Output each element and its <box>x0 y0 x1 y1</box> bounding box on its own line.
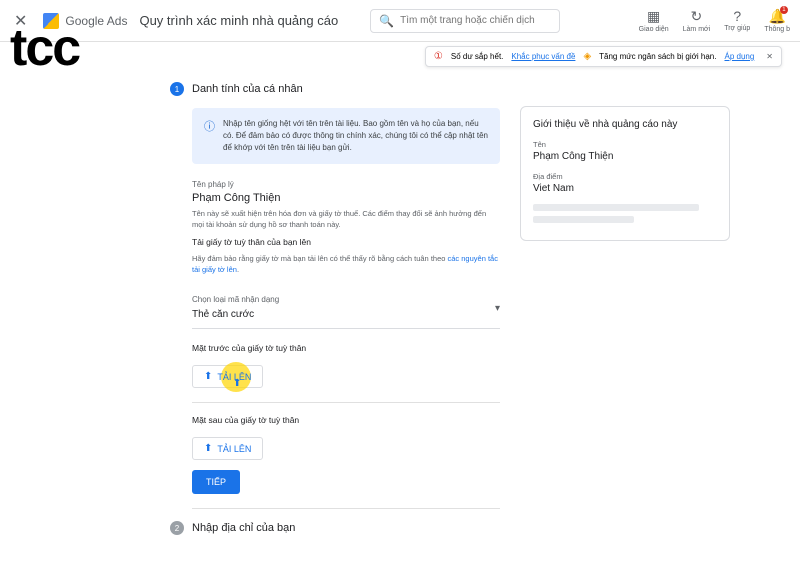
page-title: Quy trình xác minh nhà quảng cáo <box>139 13 338 28</box>
info-icon: ⓘ <box>204 118 215 154</box>
budget-alert-text: Tăng mức ngân sách bị giới hạn. <box>599 52 716 61</box>
upload-back-button[interactable]: ⬆ TẢI LÊN <box>192 437 263 460</box>
refresh-label: Làm mới <box>683 26 711 33</box>
search-icon: 🔍 <box>379 14 394 28</box>
notifications-button[interactable]: 🔔1 Thông b <box>764 8 790 33</box>
search-input[interactable] <box>400 15 551 26</box>
chevron-down-icon: ▾ <box>495 303 500 314</box>
step-2-number: 2 <box>170 521 184 535</box>
back-upload-label: Mặt sau của giấy tờ tuỳ thân <box>192 415 500 425</box>
upload-icon: ⬆ <box>204 443 212 454</box>
upload-icon: ⬆ <box>204 371 212 382</box>
step-1-title: Danh tính của cá nhân <box>192 83 303 95</box>
appearance-label: Giao diện <box>639 26 669 33</box>
side-card-title: Giới thiệu về nhà quảng cáo này <box>533 119 717 130</box>
balance-fix-link[interactable]: Khắc phục vấn đề <box>511 52 575 61</box>
balance-alert-text: Số dư sắp hết. <box>451 52 504 61</box>
google-ads-icon <box>43 13 59 29</box>
upload-front-button[interactable]: ⬆ TẢI LÊN ⬆ <box>192 365 263 388</box>
help-label: Trợ giúp <box>724 25 750 32</box>
search-box[interactable]: 🔍 <box>370 9 560 33</box>
front-upload-label: Mặt trước của giấy tờ tuỳ thân <box>192 343 500 353</box>
side-location-value: Viet Nam <box>533 183 717 194</box>
close-icon[interactable]: ✕ <box>10 7 31 35</box>
main-panel: 1 Danh tính của cá nhân ⓘ Nhập tên giống… <box>170 82 500 547</box>
side-name-label: Tên <box>533 140 717 149</box>
legal-name-desc: Tên này sẽ xuất hiện trên hóa đơn và giấ… <box>192 208 500 231</box>
refresh-button[interactable]: ↻ Làm mới <box>683 8 711 33</box>
refresh-icon: ↻ <box>691 8 703 25</box>
alert-close-icon[interactable]: ✕ <box>766 52 773 61</box>
divider <box>192 508 500 509</box>
id-type-label: Chọn loại mã nhận dạng <box>192 295 279 304</box>
budget-apply-link[interactable]: Áp dụng <box>724 52 754 61</box>
appearance-icon: ▦ <box>647 8 660 25</box>
info-text: Nhập tên giống hệt với tên trên tài liệu… <box>223 118 488 154</box>
brand-logo: Google Ads <box>43 13 127 29</box>
skeleton-line <box>533 216 634 223</box>
alert-bar: ① Số dư sắp hết. Khắc phục vấn đề ◈ Tăng… <box>425 46 782 67</box>
step-1-number: 1 <box>170 82 184 96</box>
id-type-value: Thẻ căn cước <box>192 309 254 320</box>
skeleton-line <box>533 204 699 211</box>
bell-icon: 🔔1 <box>768 8 785 25</box>
legal-name-label: Tên pháp lý <box>192 180 500 189</box>
brand-text: Google Ads <box>65 14 127 28</box>
upload-title: Tải giấy tờ tuỳ thân của bạn lên <box>192 237 500 247</box>
notification-badge: 1 <box>780 6 788 14</box>
id-type-select[interactable]: Chọn loại mã nhận dạng Thẻ căn cước ▾ <box>192 289 500 329</box>
step-2-title: Nhập địa chỉ của bạn <box>192 522 295 534</box>
side-location-label: Địa điểm <box>533 172 717 181</box>
step-1-header: 1 Danh tính của cá nhân <box>170 82 500 96</box>
upload-back-label: TẢI LÊN <box>217 444 251 454</box>
divider <box>192 402 500 403</box>
legal-name-value: Phạm Công Thiện <box>192 192 500 204</box>
side-name-value: Phạm Công Thiện <box>533 151 717 162</box>
info-box: ⓘ Nhập tên giống hệt với tên trên tài li… <box>192 108 500 164</box>
warning-icon: ① <box>434 51 443 62</box>
notifications-label: Thông b <box>764 26 790 33</box>
continue-button[interactable]: TIẾP <box>192 470 240 494</box>
appearance-button[interactable]: ▦ Giao diện <box>639 8 669 33</box>
advertiser-card: Giới thiệu về nhà quảng cáo này Tên Phạm… <box>520 106 730 241</box>
lightbulb-icon: ◈ <box>583 51 591 62</box>
cursor-icon: ⬆ <box>233 378 241 389</box>
step-2-header[interactable]: 2 Nhập địa chỉ của bạn <box>170 521 500 535</box>
upload-desc: Hãy đảm bảo rằng giấy tờ mà bạn tải lên … <box>192 253 500 276</box>
help-icon: ? <box>733 8 741 24</box>
help-button[interactable]: ? Trợ giúp <box>724 8 750 33</box>
